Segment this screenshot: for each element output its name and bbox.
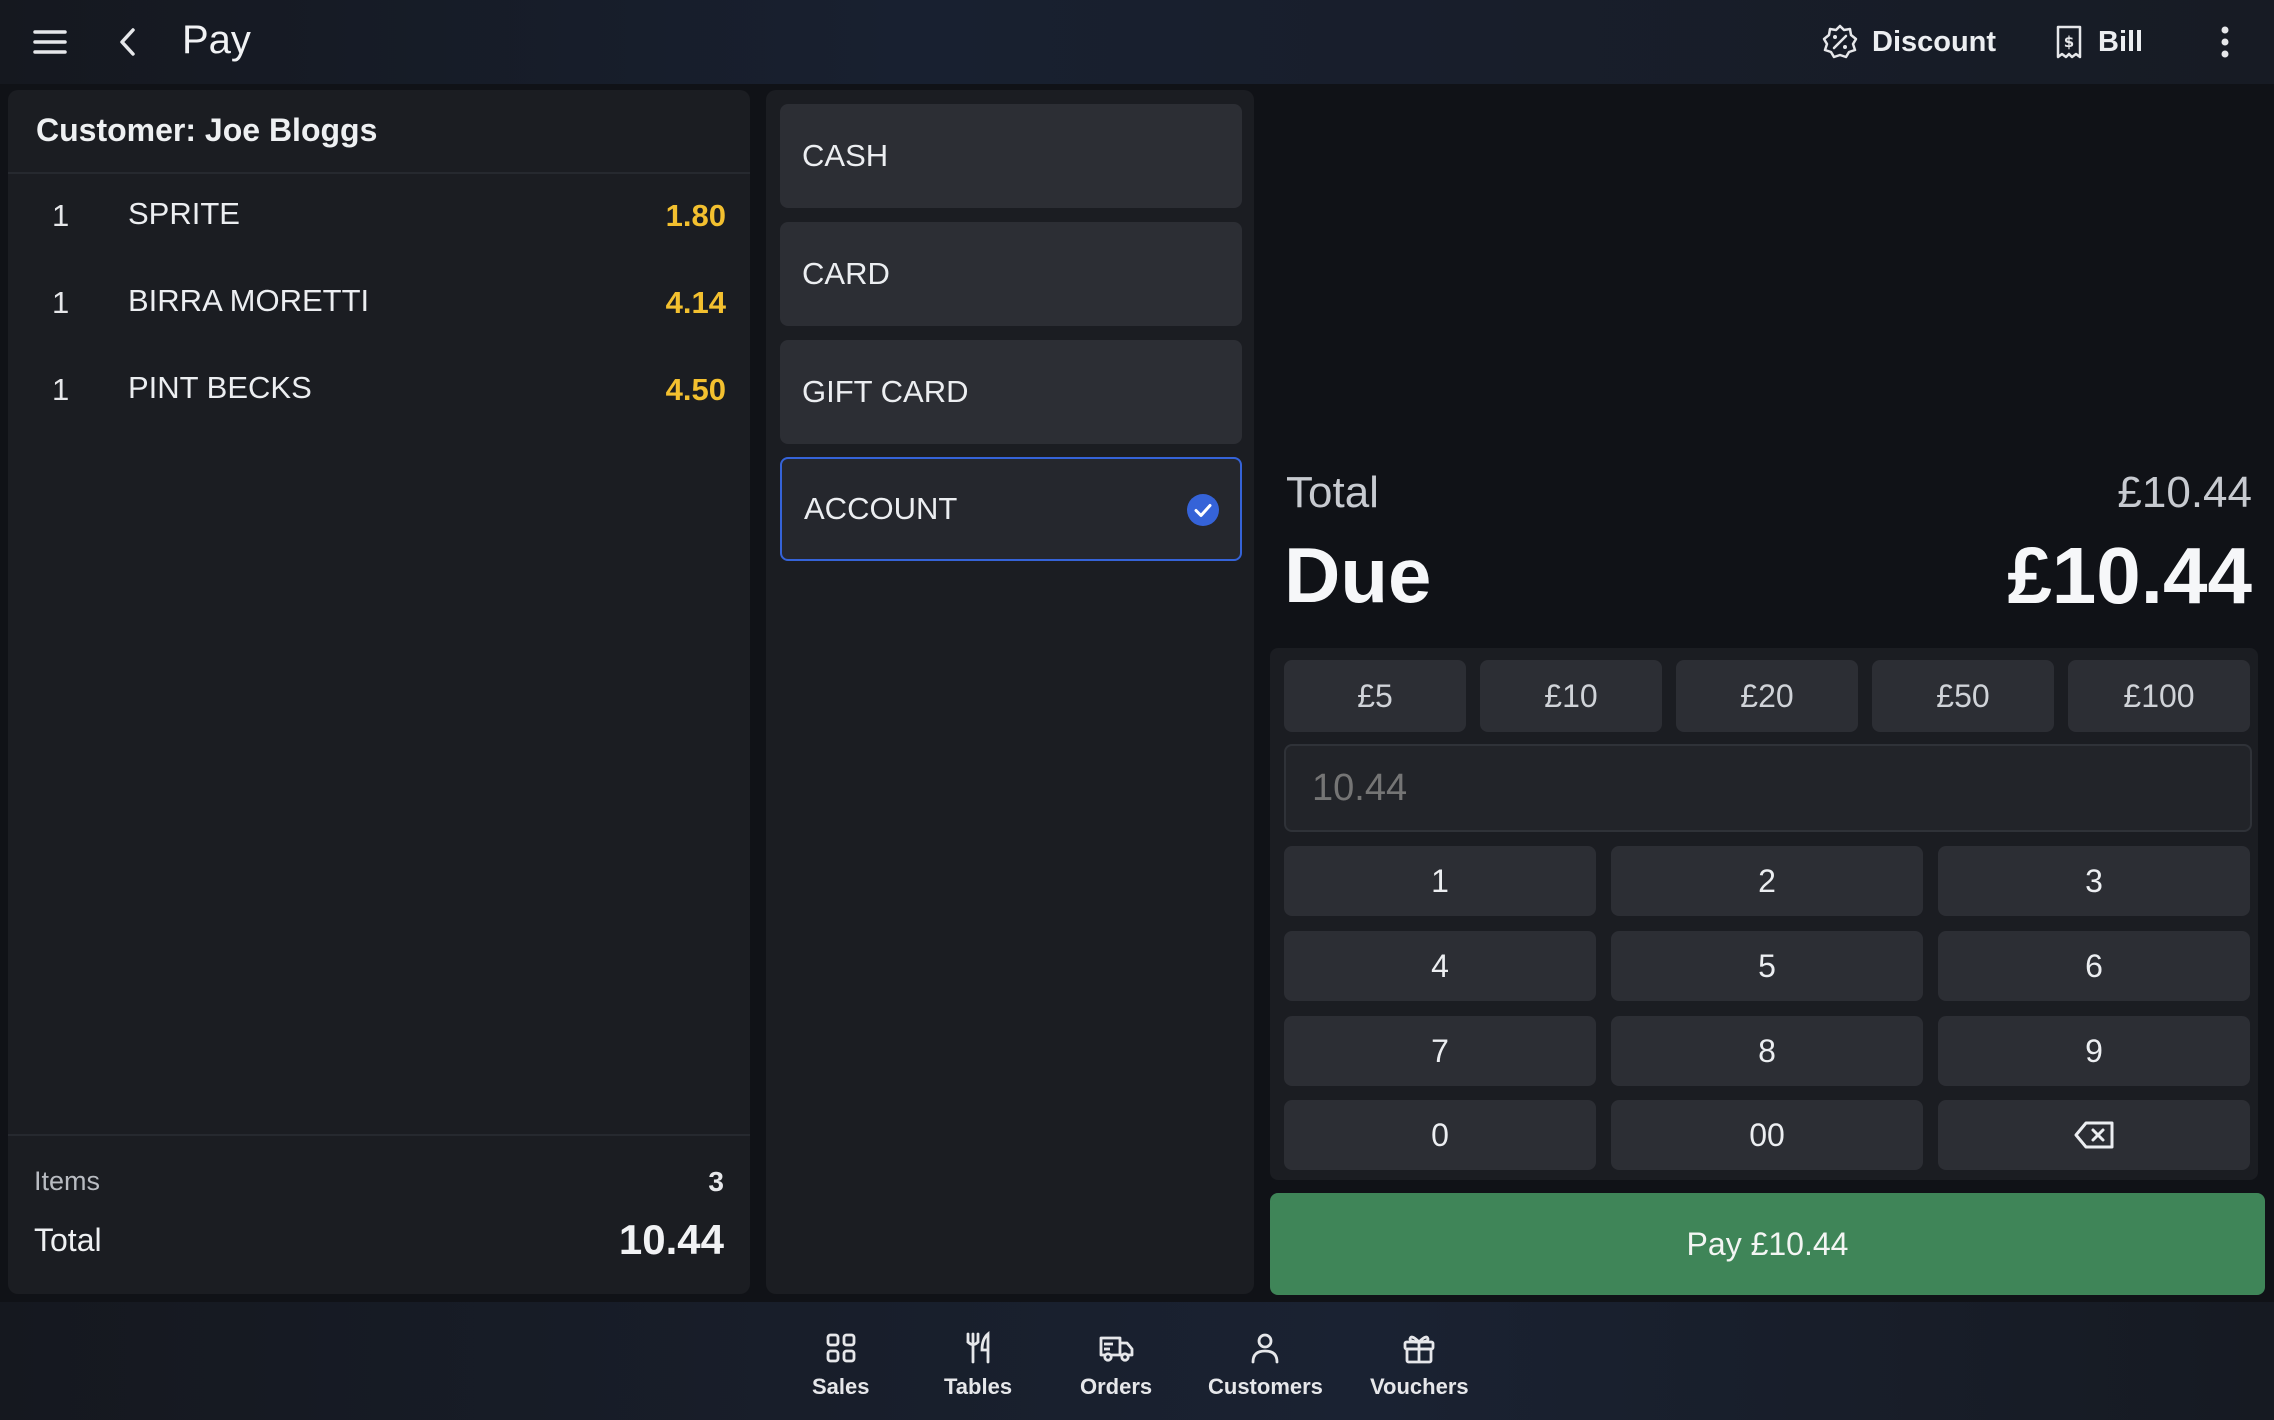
menu-icon[interactable] (28, 22, 72, 62)
keypad-panel: £5 £10 £20 £50 £100 1 2 3 4 5 6 7 8 9 0 … (1270, 648, 2258, 1180)
order-total-value: 10.44 (618, 1216, 724, 1263)
keypad-key-0[interactable]: 0 (1284, 1100, 1596, 1170)
payment-method-gift-card[interactable]: GIFT CARD (780, 340, 1242, 444)
keypad-key-8[interactable]: 8 (1611, 1016, 1923, 1086)
order-total-label: Total (34, 1222, 102, 1258)
keypad-key-1[interactable]: 1 (1284, 846, 1596, 916)
keypad-key-7[interactable]: 7 (1284, 1016, 1596, 1086)
payment-method-label: CARD (802, 256, 890, 291)
payment-method-label: ACCOUNT (804, 491, 958, 526)
payment-method-label: CASH (802, 138, 889, 173)
check-circle-icon (1187, 494, 1219, 526)
quick-amount-5[interactable]: £5 (1284, 660, 1466, 732)
discount-label: Discount (1872, 25, 1997, 58)
nav-tables-label: Tables (944, 1374, 1013, 1399)
discount-icon (1822, 24, 1858, 59)
order-line[interactable]: 1 BIRRA MORETTI 4.14 (8, 261, 750, 348)
receipt-icon: $ (2056, 25, 2082, 59)
top-bar: Pay Discount $ Bill (0, 0, 2274, 84)
quick-amount-50[interactable]: £50 (1872, 660, 2054, 732)
user-icon (1252, 1333, 1279, 1364)
payment-method-card[interactable]: CARD (780, 222, 1242, 326)
quick-amount-10[interactable]: £10 (1480, 660, 1662, 732)
more-options-icon[interactable] (2210, 20, 2240, 64)
bill-label: Bill (2098, 25, 2144, 58)
keypad-key-5[interactable]: 5 (1611, 931, 1923, 1001)
order-panel: Customer: Joe Bloggs 1 SPRITE 1.80 1 BIR… (8, 90, 750, 1294)
items-label: Items (34, 1166, 101, 1196)
pay-button[interactable]: Pay £10.44 (1270, 1193, 2265, 1295)
order-footer: Items 3 Total 10.44 (8, 1134, 750, 1294)
page-title: Pay (182, 18, 251, 62)
nav-orders[interactable]: Orders (1080, 1330, 1152, 1400)
keypad-key-2[interactable]: 2 (1611, 846, 1923, 916)
keypad-key-3[interactable]: 3 (1938, 846, 2250, 916)
discount-button[interactable]: Discount (1822, 18, 1996, 66)
order-line-name: SPRITE (128, 196, 240, 231)
keypad-key-4[interactable]: 4 (1284, 931, 1596, 1001)
order-line-price: 4.14 (665, 285, 726, 320)
order-line-qty: 1 (52, 198, 70, 233)
back-icon[interactable] (108, 22, 148, 62)
order-line-name: BIRRA MORETTI (128, 283, 370, 318)
gift-icon (1403, 1335, 1435, 1364)
quick-amount-20[interactable]: £20 (1676, 660, 1858, 732)
order-line-name: PINT BECKS (128, 370, 312, 405)
backspace-button[interactable] (1938, 1100, 2250, 1170)
nav-vouchers[interactable]: Vouchers (1370, 1330, 1469, 1400)
nav-tables[interactable]: Tables (944, 1330, 1012, 1400)
summary-total-label: Total (1286, 468, 1379, 517)
nav-customers-label: Customers (1208, 1374, 1323, 1399)
keypad-key-00[interactable]: 00 (1611, 1100, 1923, 1170)
utensils-icon (966, 1331, 990, 1364)
nav-orders-label: Orders (1080, 1374, 1153, 1399)
svg-text:$: $ (2064, 33, 2074, 51)
nav-vouchers-label: Vouchers (1370, 1374, 1469, 1399)
payment-method-label: GIFT CARD (802, 374, 969, 409)
delivery-truck-icon (1099, 1336, 1134, 1362)
summary-due-value: £10.44 (2007, 531, 2252, 620)
order-line-qty: 1 (52, 372, 70, 407)
payment-methods-panel: CASH CARD GIFT CARD ACCOUNT (766, 90, 1254, 1294)
items-count: 3 (708, 1166, 724, 1197)
order-line-price: 4.50 (665, 372, 726, 407)
payment-method-cash[interactable]: CASH (780, 104, 1242, 208)
nav-customers[interactable]: Customers (1208, 1330, 1323, 1400)
grid-icon (826, 1333, 856, 1363)
keypad-key-9[interactable]: 9 (1938, 1016, 2250, 1086)
order-line-price: 1.80 (665, 198, 726, 233)
nav-sales-label: Sales (812, 1374, 870, 1399)
customer-heading: Customer: Joe Bloggs (8, 90, 750, 174)
quick-amount-100[interactable]: £100 (2068, 660, 2250, 732)
summary-total-value: £10.44 (2117, 468, 2252, 517)
payment-summary: Total £10.44 Due £10.44 (1270, 90, 2274, 650)
keypad-key-6[interactable]: 6 (1938, 931, 2250, 1001)
bottom-nav: Sales Tables Orders Customers Vouchers (0, 1302, 2274, 1420)
bill-button[interactable]: $ Bill (2054, 18, 2143, 66)
nav-sales[interactable]: Sales (812, 1330, 870, 1400)
backspace-icon (2074, 1121, 2114, 1149)
order-line[interactable]: 1 SPRITE 1.80 (8, 174, 750, 261)
payment-method-account[interactable]: ACCOUNT (780, 457, 1242, 561)
order-line-qty: 1 (52, 285, 70, 320)
amount-input[interactable] (1284, 744, 2252, 832)
order-line[interactable]: 1 PINT BECKS 4.50 (8, 348, 750, 435)
summary-due-label: Due (1284, 531, 1432, 619)
